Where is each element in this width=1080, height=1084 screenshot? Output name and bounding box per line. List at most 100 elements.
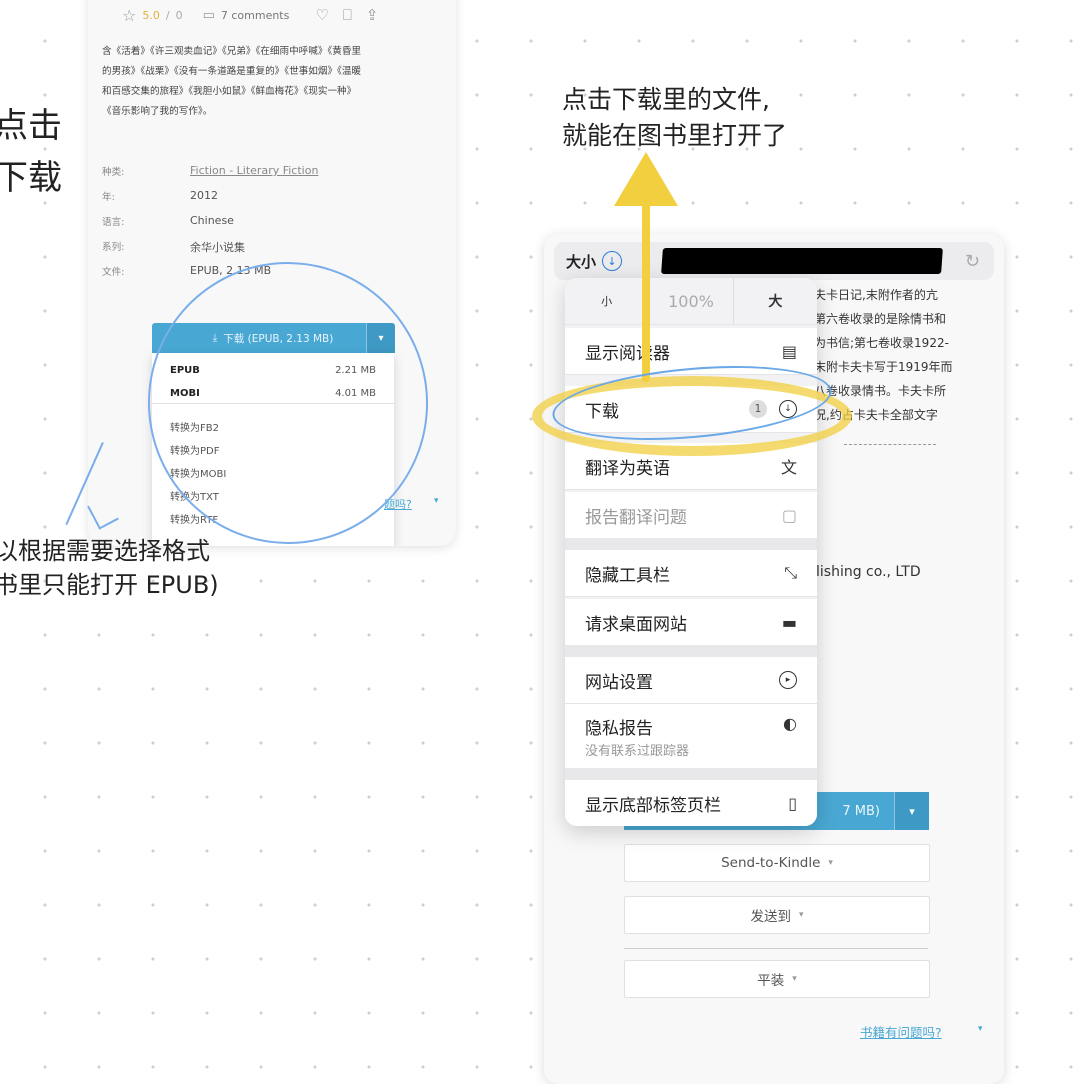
- meta-key: 文件:: [102, 267, 125, 278]
- meta-key: 语言:: [102, 217, 125, 228]
- menu-divider: [565, 596, 817, 597]
- menu-group-gap: [565, 645, 817, 657]
- background-text: 夫卡日记,末附作者的亢: [814, 288, 938, 302]
- meta-category: 种类: Fiction - Literary Fiction: [102, 164, 318, 178]
- rating-separator: /: [165, 8, 170, 22]
- menu-item-privacy-report[interactable]: 隐私报告 ◐ 没有联系过跟踪器: [565, 704, 817, 768]
- binding-label: 平装: [757, 973, 785, 989]
- bookmark-icon[interactable]: ⎕: [343, 6, 352, 24]
- rating-row: ☆ 5.0 / 0 ▭ 7 comments ♡ ⎕ ⇪: [122, 4, 378, 26]
- phone-icon: ▯: [788, 793, 797, 813]
- reader-icon: ▤: [781, 341, 797, 361]
- report-bubble-icon: ▢: [781, 505, 797, 525]
- menu-item-bottom-tab-bar[interactable]: 显示底部标签页栏 ▯: [565, 780, 817, 826]
- background-text: 第六卷收录的是除情书和: [814, 312, 947, 326]
- meta-key: 年:: [102, 192, 115, 203]
- annotation-arrow: [642, 200, 650, 382]
- zoom-row: 小 100% 大: [565, 278, 817, 324]
- caption-line: 书里只能打开 EPUB): [0, 571, 219, 599]
- star-icon[interactable]: ☆: [122, 6, 136, 25]
- caption-line: 以根据需要选择格式: [0, 537, 210, 565]
- share-icon[interactable]: ⇪: [366, 6, 379, 24]
- zoom-in-button[interactable]: 大: [734, 278, 817, 324]
- background-text: 为书信;第七卷收录1922-: [814, 336, 949, 350]
- menu-label: 隐藏工具栏: [585, 565, 670, 586]
- meta-value: 余华小说集: [190, 241, 245, 254]
- background-text: 末附卡夫卡写于1919年而: [814, 360, 953, 374]
- send-to-kindle-label: Send-to-Kindle: [721, 855, 821, 871]
- menu-label: 翻译为英语: [585, 458, 670, 479]
- chevron-down-icon: ▾: [978, 1024, 983, 1034]
- description-line: 的男孩》《战栗》《没有一条道路是重复的》《世事如烟》《温暖: [102, 66, 362, 77]
- book-description: 含《活着》《许三观卖血记》《兄弟》《在细雨中呼喊》《黄昏里 的男孩》《战栗》《没…: [102, 42, 440, 122]
- reload-icon[interactable]: ↻: [965, 251, 980, 272]
- comments-link[interactable]: 7 comments: [221, 9, 290, 22]
- meta-series: 系列: 余华小说集: [102, 239, 245, 255]
- divider: [624, 948, 928, 949]
- annotation-click-text: 点击: [0, 106, 62, 146]
- text-size-button[interactable]: 大小: [566, 251, 596, 272]
- text-size-label: 大小: [566, 252, 597, 271]
- download-format-dropdown[interactable]: ▾: [894, 792, 929, 830]
- send-to-label: 发送到: [750, 909, 791, 925]
- menu-sublabel: 没有联系过跟踪器: [585, 744, 690, 759]
- menu-item-report-translation[interactable]: 报告翻译问题 ▢: [565, 492, 817, 538]
- book-problem-link[interactable]: 书籍有问题吗?: [860, 1022, 942, 1041]
- expand-arrows-icon: ⤡: [784, 563, 797, 582]
- chevron-down-icon: ▾: [792, 974, 797, 984]
- background-text: 八卷收录情书。卡夫卡所: [814, 384, 947, 398]
- meta-key: 系列:: [102, 242, 125, 253]
- menu-label: 请求桌面网站: [585, 614, 687, 635]
- chevron-down-icon: ▾: [909, 804, 915, 818]
- comment-icon: ▭: [202, 7, 215, 23]
- chevron-down-icon: ▾: [798, 910, 804, 920]
- send-to-kindle-button[interactable]: Send-to-Kindle ▾: [624, 844, 930, 882]
- rating-score: 5.0: [142, 8, 160, 22]
- send-to-button[interactable]: 发送到 ▾: [624, 896, 930, 934]
- zoom-level[interactable]: 100%: [648, 278, 734, 324]
- menu-divider: [565, 324, 817, 325]
- menu-group-gap: [565, 768, 817, 780]
- caption-line: 点击下载里的文件,: [562, 85, 770, 114]
- menu-label: 报告翻译问题: [585, 507, 687, 528]
- meta-value: Chinese: [190, 214, 234, 227]
- annotation-arrow-head: [614, 152, 678, 206]
- chevron-down-icon: ▾: [434, 496, 439, 506]
- description-line: 和百感交集的旅程》《我胆小如鼠》《鲜血梅花》《现实一种》: [102, 86, 357, 97]
- meta-key: 种类:: [102, 167, 125, 178]
- redacted-url: [661, 248, 943, 274]
- menu-label: 显示阅读器: [585, 343, 670, 364]
- annotation-format-caption: 以根据需要选择格式 书里只能打开 EPUB): [0, 534, 219, 602]
- publisher-text: lishing co., LTD: [816, 564, 921, 580]
- menu-group-gap: [565, 538, 817, 550]
- menu-item-desktop-site[interactable]: 请求桌面网站 ▬: [565, 599, 817, 645]
- download-size-label: 7 MB): [842, 803, 880, 819]
- meta-language: 语言: Chinese: [102, 214, 234, 228]
- annotation-download-text: 下载: [0, 158, 62, 198]
- menu-label: 隐私报告: [585, 719, 653, 739]
- description-line: 含《活着》《许三观卖血记》《兄弟》《在细雨中呼喊》《黄昏里: [102, 46, 362, 57]
- dotted-divider: [844, 444, 936, 445]
- menu-divider: [565, 489, 817, 490]
- menu-label: 显示底部标签页栏: [585, 795, 721, 816]
- privacy-shield-icon: ◐: [783, 714, 797, 733]
- page-settings-menu: 小 100% 大 显示阅读器 ▤ 下载 1 ↓ 翻译为英语 文 报告翻译问题 ▢…: [565, 278, 817, 826]
- meta-year: 年: 2012: [102, 189, 218, 203]
- rating-total: 0: [175, 8, 183, 22]
- menu-item-hide-toolbar[interactable]: 隐藏工具栏 ⤡: [565, 550, 817, 596]
- zoom-out-button[interactable]: 小: [565, 278, 648, 324]
- caption-line: 就能在图书里打开了: [562, 121, 788, 150]
- meta-value: 2012: [190, 189, 218, 202]
- chevron-down-icon: ▾: [828, 858, 833, 868]
- download-icon[interactable]: ↓: [602, 251, 623, 271]
- heart-icon[interactable]: ♡: [315, 6, 328, 24]
- binding-button[interactable]: 平装 ▾: [624, 960, 930, 998]
- url-bar[interactable]: 大小 ↓ ↻: [554, 242, 994, 280]
- description-line: 《音乐影响了我的写作》。: [102, 106, 213, 117]
- menu-item-website-settings[interactable]: 网站设置 ▸: [565, 657, 817, 703]
- desktop-icon: ▬: [781, 612, 797, 632]
- annotation-open-in-books: 点击下载里的文件, 就能在图书里打开了: [562, 82, 787, 154]
- translate-icon: 文: [780, 458, 797, 477]
- settings-toggle-icon: ▸: [779, 671, 797, 689]
- category-link[interactable]: Fiction - Literary Fiction: [190, 164, 318, 178]
